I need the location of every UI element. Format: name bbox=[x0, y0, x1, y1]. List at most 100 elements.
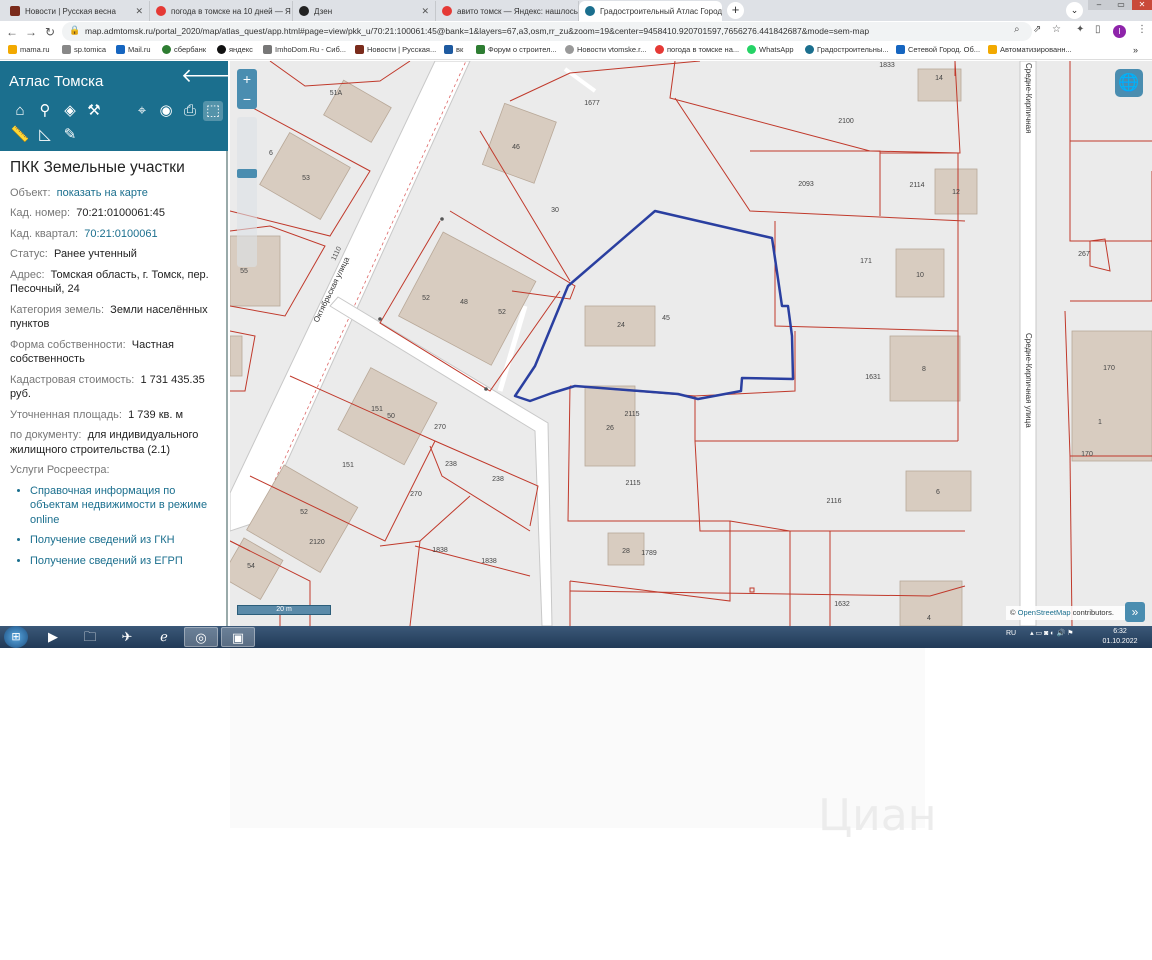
status-value: Ранее учтенный bbox=[53, 248, 137, 260]
address-bar[interactable]: map.admtomsk.ru/portal_2020/map/atlas_qu… bbox=[62, 22, 1032, 41]
cadastral-map[interactable]: Октябрьская улица Средне-Кирпичная улица… bbox=[230, 61, 1152, 626]
zoom-slider-handle[interactable] bbox=[237, 169, 257, 178]
parcel-label: 171 bbox=[860, 258, 872, 265]
cad-number-value: 70:21:0100061:45 bbox=[76, 207, 165, 219]
bookmark-favicon-icon bbox=[162, 45, 171, 54]
expand-panel-button[interactable]: » bbox=[1125, 602, 1145, 622]
close-icon[interactable]: ✕ bbox=[417, 6, 429, 17]
parcel-label: 52 bbox=[498, 309, 506, 316]
parcel-label: 52 bbox=[300, 509, 308, 516]
bookmark-item[interactable]: погода в томске на... bbox=[655, 45, 739, 54]
lock-icon[interactable]: 🔒 bbox=[69, 25, 80, 36]
bookmark-item[interactable]: Новости | Русская... bbox=[355, 45, 436, 54]
category-label: Категория земель: bbox=[10, 303, 105, 316]
parcel-label: 2100 bbox=[838, 118, 854, 125]
bookmark-item[interactable]: ImhoDom.Ru - Сиб... bbox=[263, 45, 346, 54]
area-row: Уточненная площадь: 1 739 кв. м bbox=[10, 408, 220, 423]
internet-explorer-icon[interactable]: ℯ bbox=[147, 627, 181, 647]
tab-news[interactable]: Новости | Русская весна ✕ bbox=[4, 1, 150, 21]
tools-icon[interactable]: ⚒ bbox=[84, 101, 104, 121]
bookmark-item[interactable]: Сетевой Город. Об... bbox=[896, 45, 980, 54]
bookmark-item[interactable]: Mail.ru bbox=[116, 45, 151, 54]
tab-search-icon[interactable]: ⌄ bbox=[1066, 2, 1083, 19]
bookmark-item[interactable]: WhatsApp bbox=[747, 45, 794, 54]
new-tab-button[interactable]: + bbox=[727, 2, 744, 19]
image-viewer-icon[interactable]: ▣ bbox=[221, 627, 255, 647]
ruler-icon[interactable]: 📏 bbox=[10, 125, 30, 145]
file-explorer-icon[interactable]: 🗀 bbox=[73, 627, 107, 647]
bookmark-item[interactable]: вк bbox=[444, 45, 463, 54]
tab-label: Градостроительный Атлас Город bbox=[600, 6, 722, 16]
back-arrow-icon[interactable]: ← bbox=[4, 24, 20, 40]
show-on-map-link[interactable]: показать на карте bbox=[57, 187, 148, 199]
bookmark-favicon-icon bbox=[655, 45, 664, 54]
object-label: Объект: bbox=[10, 186, 51, 199]
minimize-button[interactable]: ‒ bbox=[1088, 0, 1110, 10]
pin-tool-icon[interactable]: ✎ bbox=[60, 125, 80, 145]
measure-area-icon[interactable]: ◺ bbox=[35, 125, 55, 145]
tab-atlas[interactable]: Градостроительный Атлас Город ✕ bbox=[579, 1, 722, 21]
language-indicator[interactable]: RU bbox=[1006, 630, 1016, 637]
home-icon[interactable]: ⌂ bbox=[10, 101, 30, 121]
panel-header: Атлас Томска 🡐 🡒 ⌂ ⚲ ◈ ⚒ ⌖ ◉ ⎙ ⬚ 📏 ◺ ✎ bbox=[0, 61, 256, 151]
globe-icon[interactable]: 🌐 bbox=[1115, 69, 1143, 97]
media-player-icon[interactable]: ▶ bbox=[36, 627, 70, 647]
close-icon[interactable]: ✕ bbox=[131, 6, 143, 17]
print-icon[interactable]: ⎙ bbox=[180, 101, 200, 121]
bookmark-item[interactable]: sp.tomica bbox=[62, 45, 106, 54]
map-pin-icon[interactable]: ⌖ bbox=[132, 101, 152, 121]
bookmark-item[interactable]: mama.ru bbox=[8, 45, 50, 54]
zoom-control: + − bbox=[237, 69, 257, 109]
bookmark-favicon-icon bbox=[444, 45, 453, 54]
side-panel-icon[interactable]: ▯ bbox=[1095, 24, 1101, 35]
info-panel: Атлас Томска 🡐 🡒 ⌂ ⚲ ◈ ⚒ ⌖ ◉ ⎙ ⬚ 📏 ◺ ✎ П… bbox=[0, 61, 256, 626]
bookmark-item[interactable]: сбербанк bbox=[162, 45, 206, 54]
bookmark-favicon-icon bbox=[8, 45, 17, 54]
forward-arrow-icon[interactable]: → bbox=[23, 24, 39, 40]
maximize-button[interactable]: ▭ bbox=[1110, 0, 1132, 10]
bookmark-item[interactable]: Градостроительны... bbox=[805, 45, 889, 54]
tray-icons[interactable]: ▴ ▭ ◙ ◐ 🔊 ⚑ bbox=[1030, 630, 1073, 637]
share-icon[interactable]: ⇗ bbox=[1033, 24, 1041, 35]
search-icon[interactable]: ⌕ bbox=[1014, 24, 1020, 35]
chrome-icon[interactable]: ◎ bbox=[184, 627, 218, 647]
map-canvas[interactable]: Октябрьская улица Средне-Кирпичная улица… bbox=[230, 61, 1152, 626]
address-label: Адрес: bbox=[10, 268, 45, 281]
clock[interactable]: 6:32 01.10.2022 bbox=[1098, 627, 1142, 647]
atlas-favicon-icon bbox=[585, 6, 595, 16]
service-link-info[interactable]: Справочная информация по объектам недвиж… bbox=[30, 484, 220, 528]
menu-dots-icon[interactable]: ⋮ bbox=[1137, 24, 1147, 35]
parcel-label: 4 bbox=[927, 615, 931, 622]
reload-icon[interactable]: ↻ bbox=[42, 24, 58, 40]
bookmark-star-icon[interactable]: ☆ bbox=[1052, 24, 1061, 35]
parcel-label: 8 bbox=[922, 366, 926, 373]
tab-weather[interactable]: погода в томске на 10 дней — Я ✕ bbox=[150, 1, 293, 21]
quarter-link[interactable]: 70:21:0100061 bbox=[84, 228, 157, 240]
window-close-button[interactable]: ✕ bbox=[1132, 0, 1152, 10]
bookmark-favicon-icon bbox=[747, 45, 756, 54]
extensions-icon[interactable]: ✦ bbox=[1076, 24, 1084, 35]
bookmark-item[interactable]: Форум о строител... bbox=[476, 45, 557, 54]
zoom-slider-track[interactable] bbox=[237, 117, 257, 267]
tab-dzen[interactable]: Дзен ✕ bbox=[293, 1, 436, 21]
target-icon[interactable]: ◉ bbox=[156, 101, 176, 121]
bookmark-item[interactable]: яндекс bbox=[217, 45, 253, 54]
layers-icon[interactable]: ◈ bbox=[60, 101, 80, 121]
bookmark-item[interactable]: Новости vtomske.r... bbox=[565, 45, 646, 54]
telegram-icon[interactable]: ✈ bbox=[110, 627, 144, 647]
bookmark-favicon-icon bbox=[263, 45, 272, 54]
bookmarks-overflow-icon[interactable]: » bbox=[1133, 45, 1138, 55]
service-link-gkn[interactable]: Получение сведений из ГКН bbox=[30, 533, 220, 548]
cad-number-row: Кад. номер: 70:21:0100061:45 bbox=[10, 206, 220, 221]
profile-avatar[interactable]: I bbox=[1113, 25, 1126, 38]
start-button[interactable]: ⊞ bbox=[4, 626, 28, 648]
search-icon[interactable]: ⚲ bbox=[35, 101, 55, 121]
zoom-in-button[interactable]: + bbox=[237, 69, 257, 89]
openstreetmap-link[interactable]: OpenStreetMap bbox=[1018, 608, 1071, 617]
select-area-icon[interactable]: ⬚ bbox=[203, 101, 223, 121]
bookmark-item[interactable]: Автоматизированн... bbox=[988, 45, 1072, 54]
zoom-out-button[interactable]: − bbox=[237, 89, 257, 109]
parcel-label: 151 bbox=[371, 406, 383, 413]
tab-avito[interactable]: авито томск — Яндекс: нашлось ✕ bbox=[436, 1, 579, 21]
service-link-egrp[interactable]: Получение сведений из ЕГРП bbox=[30, 554, 220, 569]
